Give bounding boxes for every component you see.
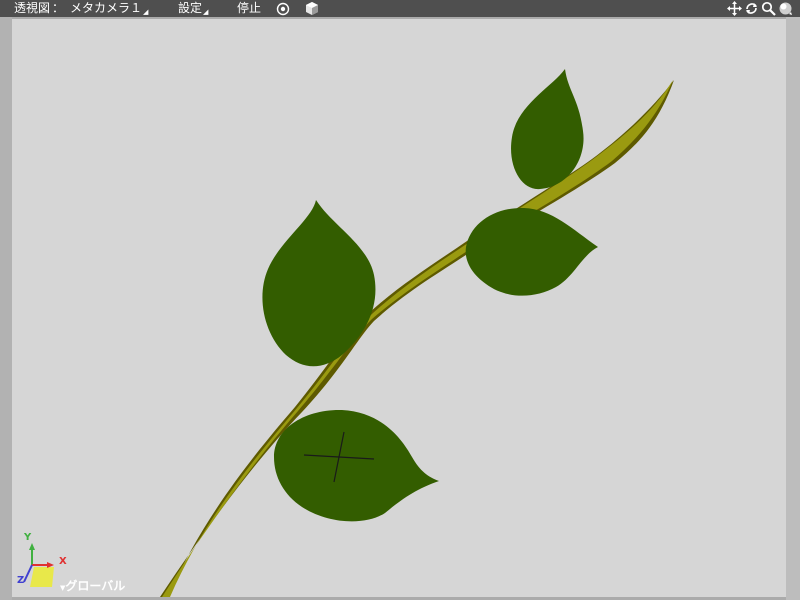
viewport-toolbar: 透視図 ： メタカメラ１◢ 設定◢ 停止 xyxy=(0,0,800,17)
camera-name-label: メタカメラ１ xyxy=(70,1,143,15)
viewport-right-border xyxy=(786,17,800,600)
perspective-viewport[interactable]: Y X Z ▼グローバル xyxy=(12,19,786,597)
leaf-middle-left xyxy=(262,200,376,367)
target-icon[interactable] xyxy=(276,1,291,16)
sphere-icon[interactable] xyxy=(778,1,793,16)
axis-gizmo xyxy=(23,543,54,587)
viewport-left-border xyxy=(0,17,12,600)
coordinate-mode-label: グローバル xyxy=(65,579,126,593)
stem xyxy=(162,80,673,597)
z-axis-label: Z xyxy=(17,575,25,586)
x-axis-label: X xyxy=(59,556,67,567)
coordinate-mode-dropdown[interactable]: ▼グローバル xyxy=(60,577,125,594)
view-mode-label: 透視図 xyxy=(14,1,51,15)
leaf-bottom xyxy=(274,409,439,522)
camera-dropdown[interactable]: メタカメラ１◢ xyxy=(70,0,148,17)
zoom-icon[interactable] xyxy=(761,1,776,16)
axis-plane xyxy=(30,567,54,587)
settings-label: 設定 xyxy=(178,1,203,15)
settings-dropdown[interactable]: 設定◢ xyxy=(178,0,208,17)
move-icon[interactable] xyxy=(727,1,742,16)
leaf-upper-right xyxy=(465,207,598,296)
view-mode-dropdown[interactable]: 透視図 xyxy=(14,0,50,17)
cube-icon[interactable] xyxy=(305,1,320,16)
toolbar-separator: ： xyxy=(52,1,65,15)
rotate-icon[interactable] xyxy=(744,1,759,16)
y-axis-label: Y xyxy=(24,532,32,543)
stop-button[interactable]: 停止 xyxy=(237,0,261,17)
leaf-top xyxy=(511,69,584,190)
scene-canvas xyxy=(23,69,674,597)
stop-label: 停止 xyxy=(237,1,262,15)
